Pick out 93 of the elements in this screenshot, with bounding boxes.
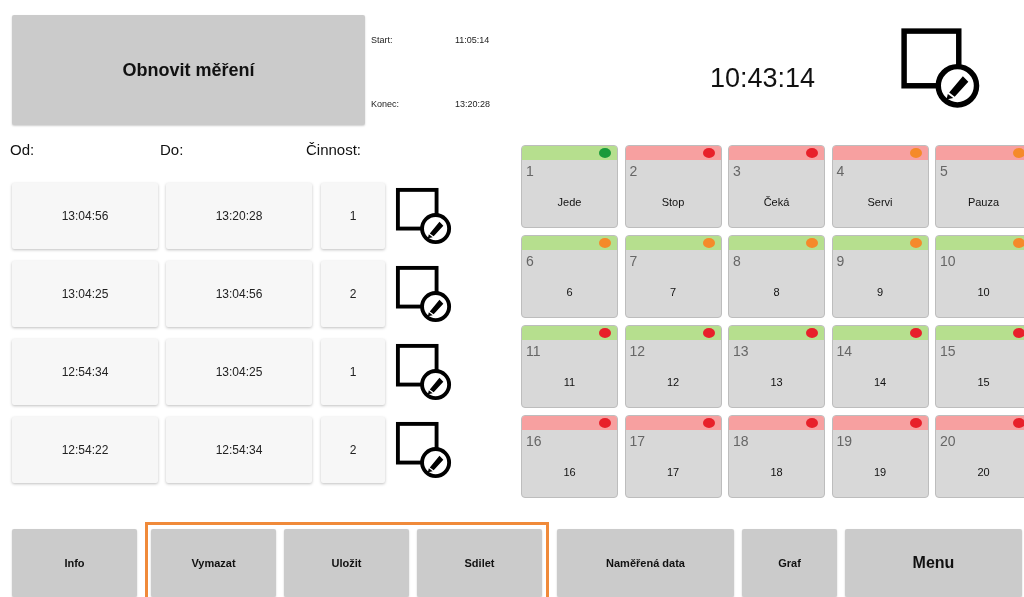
tile-number: 2 (629, 163, 638, 179)
clock: 10:43:14 (710, 63, 816, 94)
activity-field[interactable]: 2 (321, 417, 385, 483)
to-time-field[interactable]: 13:04:25 (166, 339, 312, 405)
tile-number: 14 (836, 343, 853, 359)
tile-label: 10 (976, 286, 991, 298)
time-value: 13:20:28 (455, 99, 491, 109)
tile-number: 19 (836, 433, 853, 449)
tile-label: 6 (565, 286, 574, 298)
machine-tile[interactable]: 7 7 (624, 235, 722, 318)
tile-label: 11 (562, 376, 577, 388)
toolbar-button[interactable]: Naměřená data (557, 529, 734, 597)
edit-icon[interactable] (395, 265, 453, 323)
tile-number: 13 (733, 343, 749, 359)
toolbar-button[interactable]: Info (12, 529, 137, 597)
tile-label: 15 (976, 376, 991, 388)
machine-tile[interactable]: 16 16 (521, 415, 618, 498)
machine-tile[interactable]: 10 10 (935, 235, 1024, 318)
tile-number: 11 (526, 343, 541, 359)
tile-number: 15 (940, 343, 956, 359)
tile-label: Servi (866, 196, 894, 208)
tile-number: 5 (940, 163, 948, 179)
column-header: Činnost: (306, 141, 362, 158)
tile-label: 18 (769, 466, 784, 478)
tile-number: 4 (836, 163, 845, 179)
edit-icon[interactable] (395, 343, 453, 401)
tile-label: 19 (872, 466, 888, 478)
to-time-field[interactable]: 12:54:34 (166, 417, 312, 483)
from-time-field[interactable]: 13:04:56 (12, 183, 158, 249)
from-time-field[interactable]: 12:54:34 (12, 339, 158, 405)
tile-label: 7 (668, 286, 678, 298)
toolbar-button[interactable]: Vymazat (151, 529, 276, 597)
tile-label: 9 (875, 286, 885, 298)
machine-tile[interactable]: 19 19 (831, 415, 929, 498)
machine-tile[interactable]: 5 Pauza (935, 145, 1024, 228)
tile-number: 1 (526, 163, 534, 179)
tile-label: 8 (772, 286, 781, 298)
tile-number: 20 (940, 433, 956, 449)
machine-tile[interactable]: 11 11 (521, 325, 618, 408)
tile-label: 16 (562, 466, 577, 478)
machine-tile[interactable]: 15 15 (935, 325, 1024, 408)
time-label: Konec: (371, 99, 401, 109)
machine-tile[interactable]: 6 6 (521, 235, 618, 318)
tile-label: 20 (976, 466, 991, 478)
machine-tile[interactable]: 12 12 (624, 325, 722, 408)
toolbar-button[interactable]: Uložit (284, 529, 409, 597)
machine-tile[interactable]: 17 17 (624, 415, 722, 498)
machine-tile[interactable]: 13 13 (728, 325, 825, 408)
tile-number: 16 (526, 433, 542, 449)
tile-label: 12 (665, 376, 681, 388)
tile-number: 8 (733, 253, 741, 269)
tile-label: 13 (769, 376, 784, 388)
activity-field[interactable]: 1 (321, 339, 385, 405)
edit-icon[interactable] (395, 187, 453, 245)
tile-number: 10 (940, 253, 956, 269)
machine-tile[interactable]: 9 9 (831, 235, 929, 318)
from-time-field[interactable]: 12:54:22 (12, 417, 158, 483)
tile-label: Čeká (762, 196, 791, 208)
to-time-field[interactable]: 13:20:28 (166, 183, 312, 249)
tile-label: 14 (872, 376, 888, 388)
edit-icon[interactable] (900, 27, 982, 109)
tile-number: 6 (526, 253, 534, 269)
tile-number: 9 (836, 253, 845, 269)
tile-label: Jede (556, 196, 583, 208)
tile-number: 7 (629, 253, 638, 269)
activity-field[interactable]: 1 (321, 183, 385, 249)
machine-tile[interactable]: 4 Servi (831, 145, 929, 228)
to-time-field[interactable]: 13:04:56 (166, 261, 312, 327)
machine-tile[interactable]: 1 Jede (521, 145, 618, 228)
column-header: Od: (10, 141, 35, 158)
menu-button[interactable]: Menu (845, 529, 1022, 597)
tile-number: 12 (629, 343, 646, 359)
tile-number: 17 (629, 433, 646, 449)
tile-label: 17 (665, 466, 681, 478)
tile-number: 3 (733, 163, 741, 179)
refresh-button[interactable]: Obnovit měření (12, 15, 365, 125)
from-time-field[interactable]: 13:04:25 (12, 261, 158, 327)
toolbar-button[interactable]: Graf (742, 529, 837, 597)
machine-tile[interactable]: 18 18 (728, 415, 825, 498)
activity-field[interactable]: 2 (321, 261, 385, 327)
tile-label: Pauza (966, 196, 1001, 208)
tile-label: Stop (660, 196, 686, 208)
column-header: Do: (160, 141, 184, 158)
machine-tile[interactable]: 20 20 (935, 415, 1024, 498)
machine-tile[interactable]: 8 8 (728, 235, 825, 318)
machine-tile[interactable]: 14 14 (831, 325, 929, 408)
machine-tile[interactable]: 2 Stop (624, 145, 722, 228)
toolbar-button[interactable]: Sdilet (417, 529, 542, 597)
tile-number: 18 (733, 433, 749, 449)
machine-tile[interactable]: 3 Čeká (728, 145, 825, 228)
edit-icon[interactable] (395, 421, 453, 479)
time-value: 11:05:14 (455, 35, 490, 45)
time-label: Start: (371, 35, 394, 45)
